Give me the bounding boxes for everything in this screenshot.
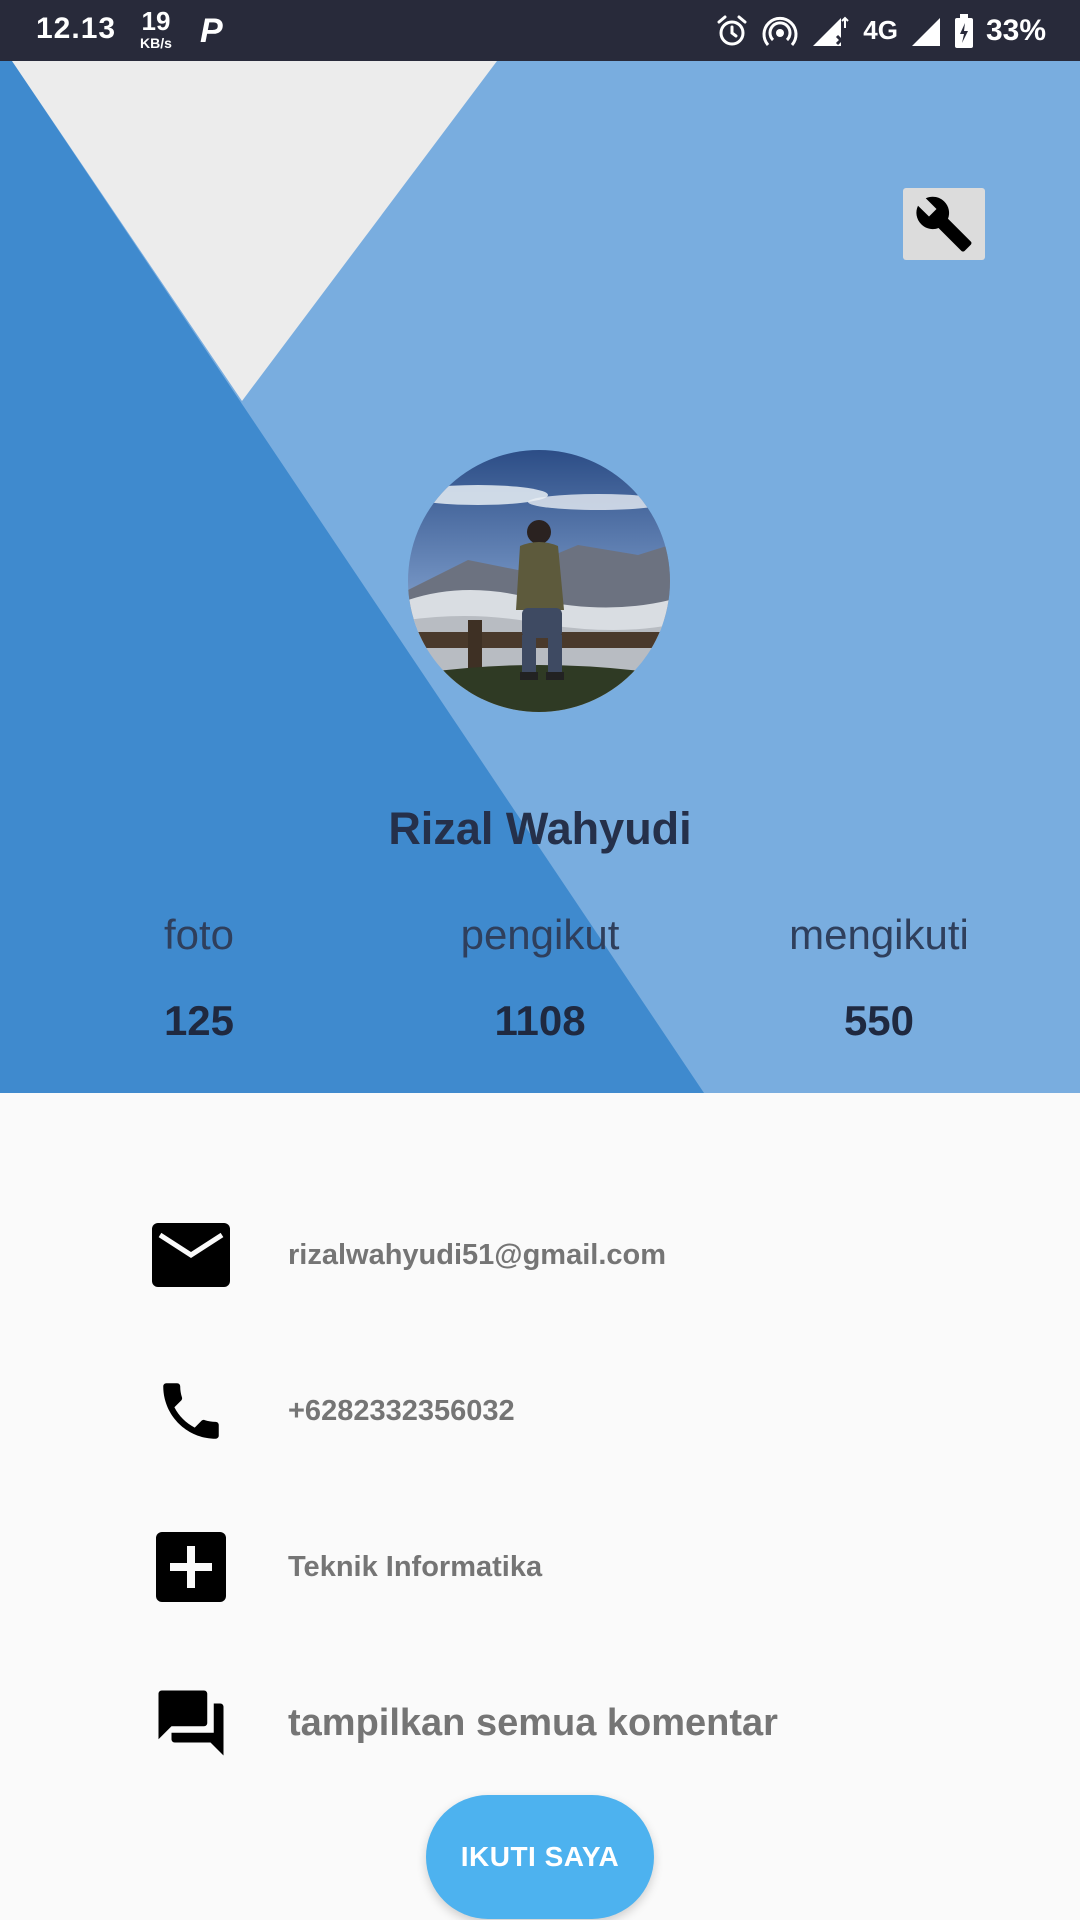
phone-row[interactable]: +6282332356032 <box>150 1371 1010 1451</box>
settings-button[interactable] <box>903 188 985 260</box>
email-row[interactable]: rizalwahyudi51@gmail.com <box>150 1215 1010 1295</box>
forum-icon <box>150 1683 232 1763</box>
profile-header: Rizal Wahyudi foto 125 pengikut 1108 men… <box>0 61 1080 1093</box>
wrench-icon <box>916 196 972 252</box>
email-icon <box>150 1215 232 1295</box>
profile-avatar[interactable] <box>408 450 670 712</box>
network-type: 4G <box>863 15 898 45</box>
status-icons: 4G 33% <box>715 0 1046 61</box>
add-box-icon <box>150 1527 232 1607</box>
network-speed: 19 KB/s <box>136 8 176 50</box>
parking-app-icon: P <box>200 12 223 50</box>
comments-row[interactable]: tampilkan semua komentar <box>150 1683 1010 1763</box>
stat-value: 1108 <box>494 997 586 1044</box>
stat-value: 550 <box>843 997 915 1044</box>
stat-label: foto <box>163 911 235 958</box>
stat-value: 125 <box>163 997 235 1044</box>
alarm-icon <box>717 15 747 45</box>
network-speed-unit: KB/s <box>140 35 172 51</box>
battery-charging-icon <box>954 13 973 48</box>
phone-icon <box>150 1371 232 1451</box>
profile-name: Rizal Wahyudi <box>388 803 692 854</box>
show-all-comments-link[interactable]: tampilkan semua komentar <box>288 1702 778 1745</box>
stat-pengikut[interactable]: pengikut 1108 <box>370 911 710 1045</box>
stat-foto[interactable]: foto 125 <box>29 911 369 1045</box>
follow-button[interactable]: IKUTI SAYA <box>426 1795 654 1919</box>
stat-label: mengikuti <box>789 911 969 958</box>
phone-text: +6282332356032 <box>288 1394 515 1427</box>
avatar-photo <box>408 450 670 712</box>
battery-percentage: 33% <box>985 13 1046 47</box>
signal-icon-sim2 <box>911 17 940 46</box>
department-text: Teknik Informatika <box>288 1550 543 1583</box>
department-row[interactable]: Teknik Informatika <box>150 1527 1010 1607</box>
stat-mengikuti[interactable]: mengikuti 550 <box>709 911 1049 1045</box>
status-bar: 12.13 19 KB/s P 4G 33% <box>0 0 1080 61</box>
stat-label: pengikut <box>460 911 620 958</box>
status-time: 12.13 <box>36 12 117 45</box>
signal-icon-sim1 <box>813 16 849 46</box>
email-text: rizalwahyudi51@gmail.com <box>288 1238 667 1271</box>
hotspot-icon <box>762 16 798 46</box>
network-speed-value: 19 <box>141 6 171 36</box>
